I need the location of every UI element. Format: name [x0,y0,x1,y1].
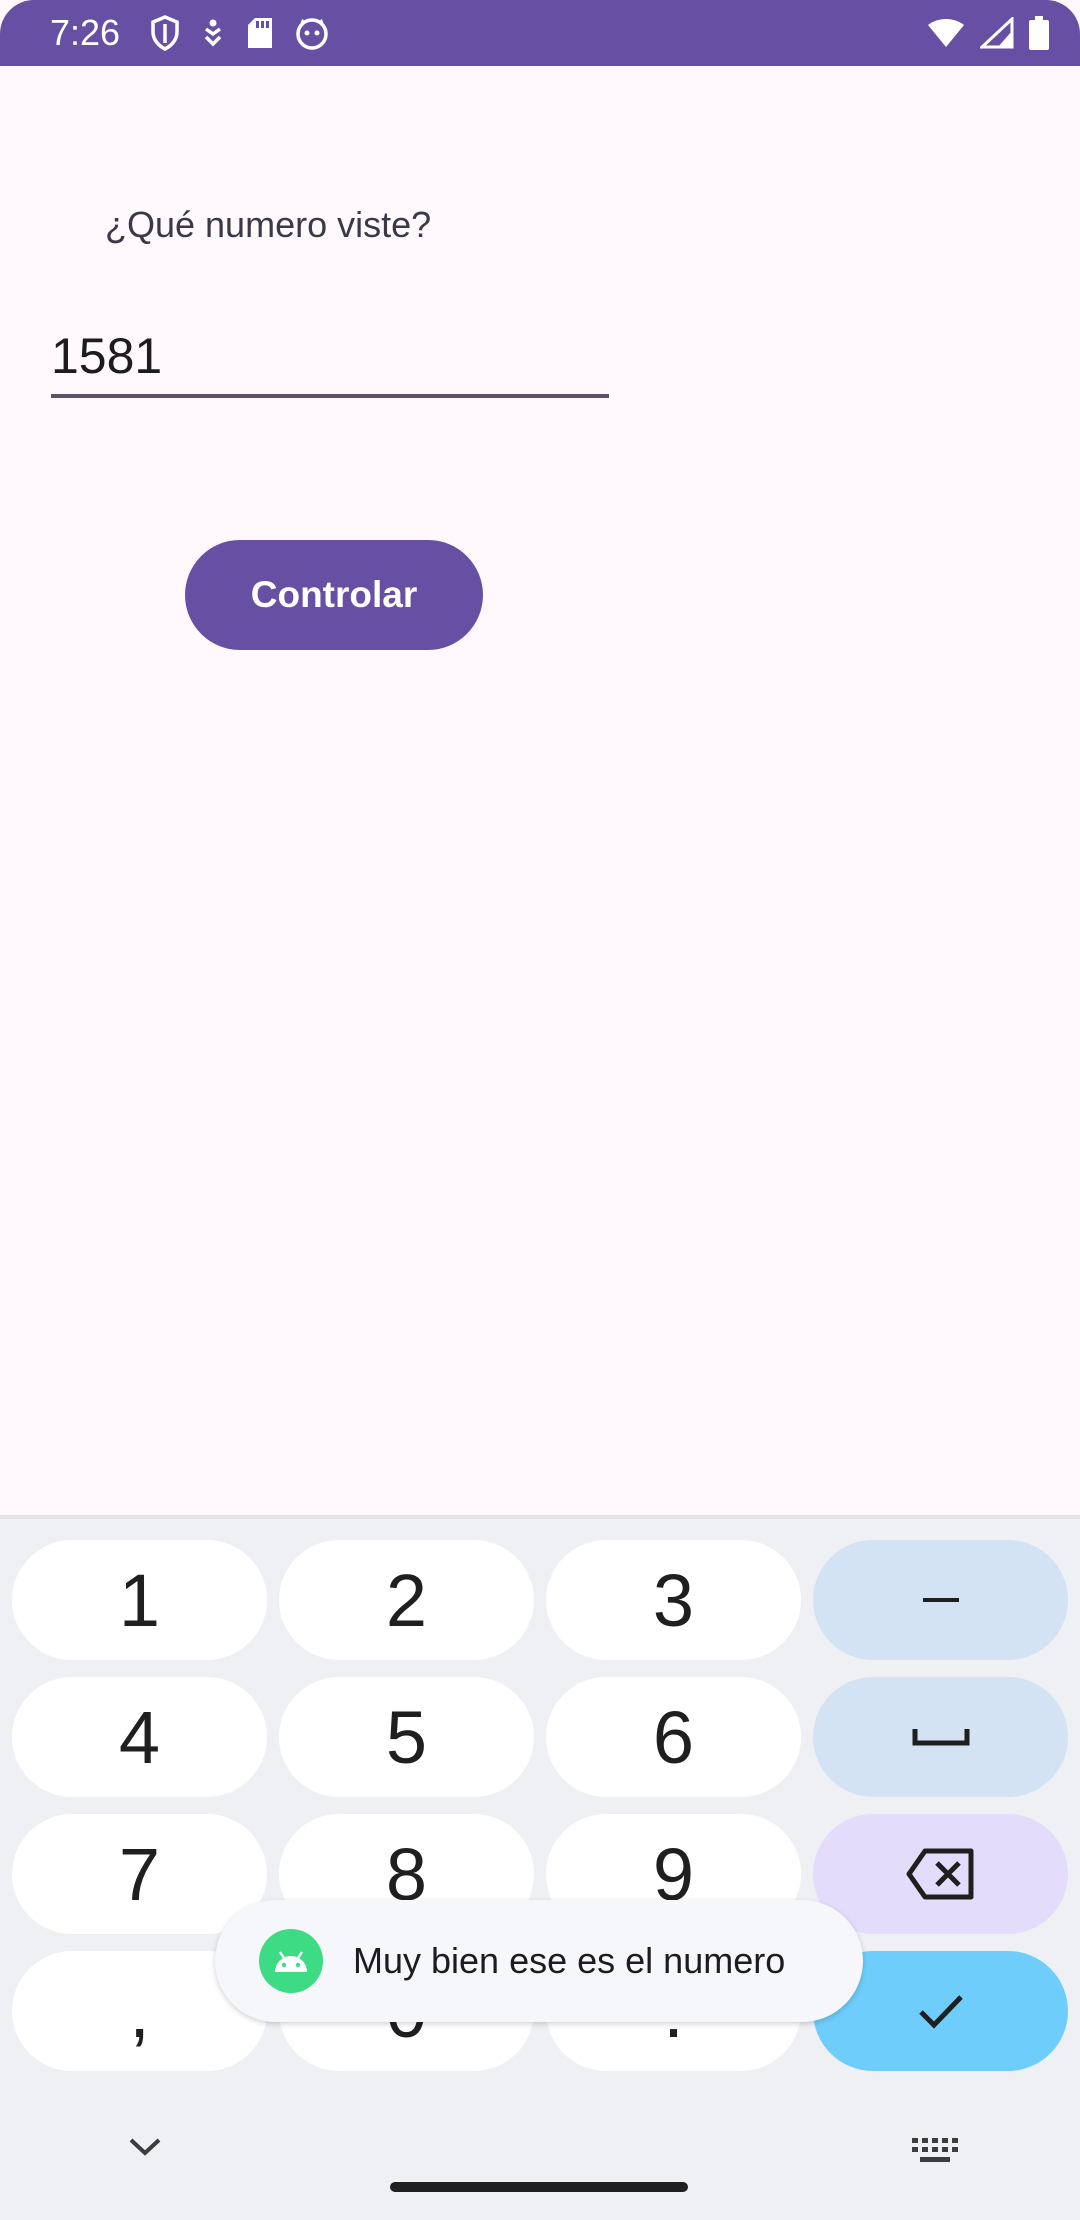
signal-icon [980,17,1014,49]
android-icon [259,1929,323,1993]
status-right-icons [926,14,1050,52]
chevron-down-icon[interactable] [128,2136,162,2163]
home-indicator[interactable] [390,2182,688,2192]
key-1[interactable]: 1 [12,1540,267,1660]
key-backspace[interactable] [813,1814,1068,1934]
space-bar-icon [912,1727,970,1747]
keyboard-icon[interactable] [910,2136,960,2175]
key-3[interactable]: 3 [546,1540,801,1660]
battery-icon [1028,16,1050,50]
status-left-icons [150,14,330,52]
keyboard-divider [0,1515,1080,1519]
tuner-icon [200,17,226,49]
status-time: 7:26 [50,12,121,53]
wifi-icon [926,17,966,49]
sd-card-icon [246,16,274,50]
key-2[interactable]: 2 [279,1540,534,1660]
key-6[interactable]: 6 [546,1677,801,1797]
cat-face-icon [294,16,330,50]
key-space[interactable] [813,1677,1068,1797]
key-7[interactable]: 7 [12,1814,267,1934]
checkmark-icon [917,1992,965,2030]
question-label: ¿Qué numero viste? [105,204,432,245]
minus-icon [922,1596,959,1604]
key-4[interactable]: 4 [12,1677,267,1797]
number-input[interactable] [51,318,609,398]
toast-text: Muy bien ese es el numero [353,1940,786,1981]
key-minus[interactable] [813,1540,1068,1660]
backspace-icon [905,1847,977,1901]
shield-icon [150,15,180,51]
key-5[interactable]: 5 [279,1677,534,1797]
toast-message: Muy bien ese es el numero [215,1900,863,2022]
status-bar: 7:26 [0,0,1080,66]
controlar-button[interactable]: Controlar [185,540,483,650]
